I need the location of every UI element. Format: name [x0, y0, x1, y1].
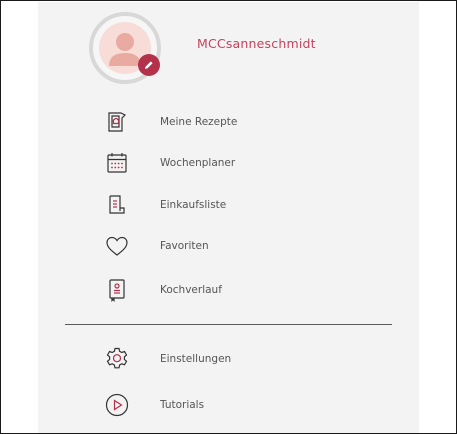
menu-item-label: Wochenplaner [160, 157, 236, 169]
menu-item-label: Einstellungen [160, 353, 232, 365]
menu-item-einstellungen[interactable]: Einstellungen [104, 344, 404, 374]
menu-item-wochenplaner[interactable]: Wochenplaner [104, 148, 404, 178]
shopping-list-icon [104, 192, 130, 218]
menu-divider [65, 324, 392, 325]
recipe-book-icon [104, 109, 130, 135]
menu-item-label: Kochverlauf [160, 284, 222, 296]
play-icon [104, 392, 130, 418]
menu-item-label: Tutorials [160, 399, 205, 411]
menu-item-meine-rezepte[interactable]: Meine Rezepte [104, 107, 404, 137]
menu-item-kochverlauf[interactable]: Kochverlauf [104, 275, 404, 305]
heart-icon [104, 233, 130, 259]
edit-avatar-button[interactable] [138, 54, 160, 76]
cooking-history-icon [104, 277, 130, 303]
calendar-icon [104, 150, 130, 176]
username: MCCsanneschmidt [197, 36, 316, 51]
menu-item-label: Einkaufsliste [160, 199, 227, 211]
menu-item-einkaufsliste[interactable]: Einkaufsliste [104, 190, 404, 220]
menu-item-label: Meine Rezepte [160, 116, 238, 128]
menu-item-favoriten[interactable]: Favoriten [104, 231, 404, 261]
screen-frame: MCCsanneschmidt Meine Rezepte Wochenplan… [0, 0, 457, 434]
menu-item-label: Favoriten [160, 240, 209, 252]
menu-item-tutorials[interactable]: Tutorials [104, 390, 404, 420]
side-menu-panel: MCCsanneschmidt Meine Rezepte Wochenplan… [38, 2, 419, 433]
gear-icon [104, 346, 130, 372]
pencil-icon [145, 61, 153, 69]
